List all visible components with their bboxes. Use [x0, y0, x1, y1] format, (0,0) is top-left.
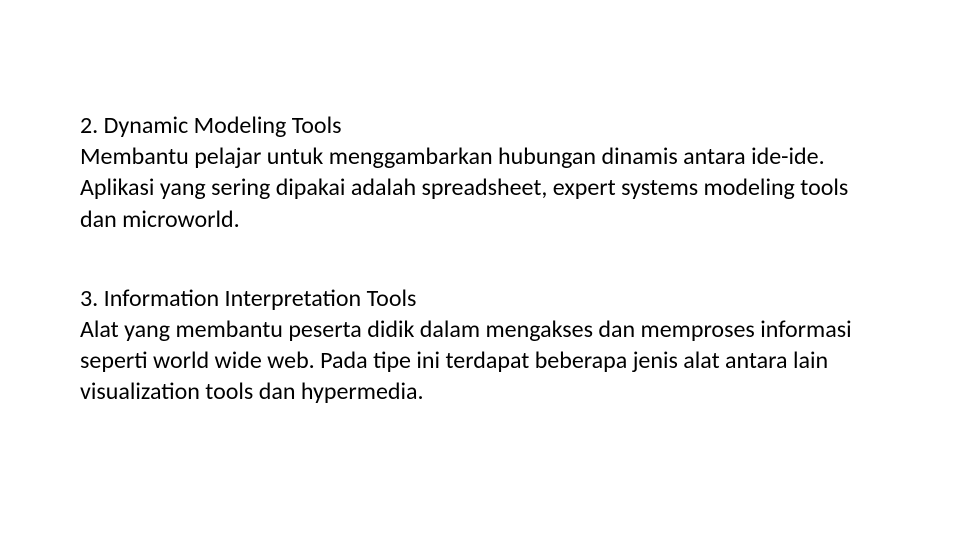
section-body: Alat yang membantu peserta didik dalam m… — [80, 314, 880, 408]
section-title: 3. Information Interpretation Tools — [80, 283, 880, 314]
content-section-2: 3. Information Interpretation Tools Alat… — [80, 283, 880, 408]
section-title: 2. Dynamic Modeling Tools — [80, 110, 880, 141]
section-body: Membantu pelajar untuk menggambarkan hub… — [80, 141, 880, 235]
content-section-1: 2. Dynamic Modeling Tools Membantu pelaj… — [80, 110, 880, 235]
